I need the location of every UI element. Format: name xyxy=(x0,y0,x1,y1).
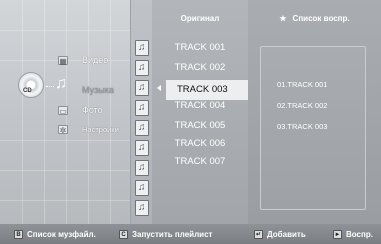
gear-icon: ✲ xyxy=(58,124,68,135)
grid-line xyxy=(110,0,111,224)
original-header: Оригинал xyxy=(180,13,220,23)
music-file-icon: ♫ xyxy=(135,160,149,176)
playlist-item[interactable]: 01.TRACK 001 xyxy=(277,80,327,89)
music-file-icon: ♫ xyxy=(135,120,149,136)
grid-line xyxy=(0,170,130,171)
play-button[interactable]: ► Воспр. xyxy=(333,229,373,239)
grid-line xyxy=(44,0,45,224)
button-label: Список музфайл. xyxy=(27,229,96,239)
menu-item-settings[interactable]: ✲ Настройки xyxy=(58,121,119,137)
b-key-icon: B xyxy=(14,229,23,239)
track-item[interactable]: TRACK 006 xyxy=(152,134,248,154)
menu-item-music[interactable]: Музыка xyxy=(58,82,114,98)
menu-item-label: Фото xyxy=(82,105,103,115)
file-icon-column: ♫ ♫ ♫ ♫ ♫ ♫ ♫ ♫ ♫ xyxy=(130,0,152,224)
photo-icon: ▭ xyxy=(58,105,68,116)
film-icon: ▦ xyxy=(58,55,68,66)
selection-arrow-icon xyxy=(157,85,161,91)
music-file-icon: ♫ xyxy=(135,60,149,76)
play-icon: ► xyxy=(333,229,342,239)
disc-label: CD xyxy=(23,88,32,94)
original-track-list: Оригинал TRACK 001 TRACK 002 TRACK 003 T… xyxy=(152,0,258,224)
music-file-icon: ♫ xyxy=(135,100,149,116)
button-label: Запустить плейлист xyxy=(132,229,213,239)
track-item[interactable]: TRACK 004 xyxy=(152,96,248,116)
playlist-item[interactable]: 03.TRACK 003 xyxy=(277,122,327,131)
enter-key-icon: ↵ xyxy=(254,229,263,239)
menu-item-video[interactable]: ▦ Видео xyxy=(58,52,108,68)
menu-item-photo[interactable]: ▭ Фото xyxy=(58,102,103,118)
menu-item-label: Музыка xyxy=(82,85,114,95)
menu-item-label: Настройки xyxy=(82,124,119,134)
playlist-item[interactable]: 02.TRACK 002 xyxy=(277,101,327,110)
playlist-title: Список воспр. xyxy=(292,13,350,23)
grid-line xyxy=(0,30,130,31)
music-file-icon: ♫ xyxy=(135,80,149,96)
music-list-button[interactable]: B Список музфайл. xyxy=(14,229,96,239)
button-label: Добавить xyxy=(267,229,306,239)
playlist-panel: ★ Список воспр. 01.TRACK 001 02.TRACK 00… xyxy=(248,0,381,224)
add-button[interactable]: ↵ Добавить xyxy=(254,229,306,239)
music-browser-screen: CD ♫ ▦ Видео Музыка ▭ Фото ✲ Настройки ♫… xyxy=(0,0,381,244)
button-label: Воспр. xyxy=(346,229,373,239)
music-file-icon: ♫ xyxy=(135,40,149,56)
bottom-button-bar: B Список музфайл. C Запустить плейлист ↵… xyxy=(0,224,381,244)
star-icon: ★ xyxy=(279,13,287,23)
track-item[interactable]: TRACK 001 xyxy=(152,38,248,58)
c-key-icon: C xyxy=(119,229,128,239)
menu-item-label: Видео xyxy=(82,55,109,65)
grid-line xyxy=(0,140,130,141)
music-file-icon: ♫ xyxy=(135,200,149,216)
track-item[interactable]: TRACK 002 xyxy=(152,58,248,78)
music-file-icon: ♫ xyxy=(135,180,149,196)
grid-line xyxy=(22,0,23,224)
cd-disc-icon xyxy=(18,72,44,98)
track-item[interactable]: TRACK 005 xyxy=(152,116,248,136)
main-menu: CD ♫ ▦ Видео Музыка ▭ Фото ✲ Настройки xyxy=(0,0,130,224)
music-file-icon: ♫ xyxy=(135,140,149,156)
playlist-header: ★ Список воспр. xyxy=(248,0,381,36)
track-item[interactable]: TRACK 007 xyxy=(152,152,248,172)
start-playlist-button[interactable]: C Запустить плейлист xyxy=(119,229,213,239)
grid-line xyxy=(0,200,130,201)
